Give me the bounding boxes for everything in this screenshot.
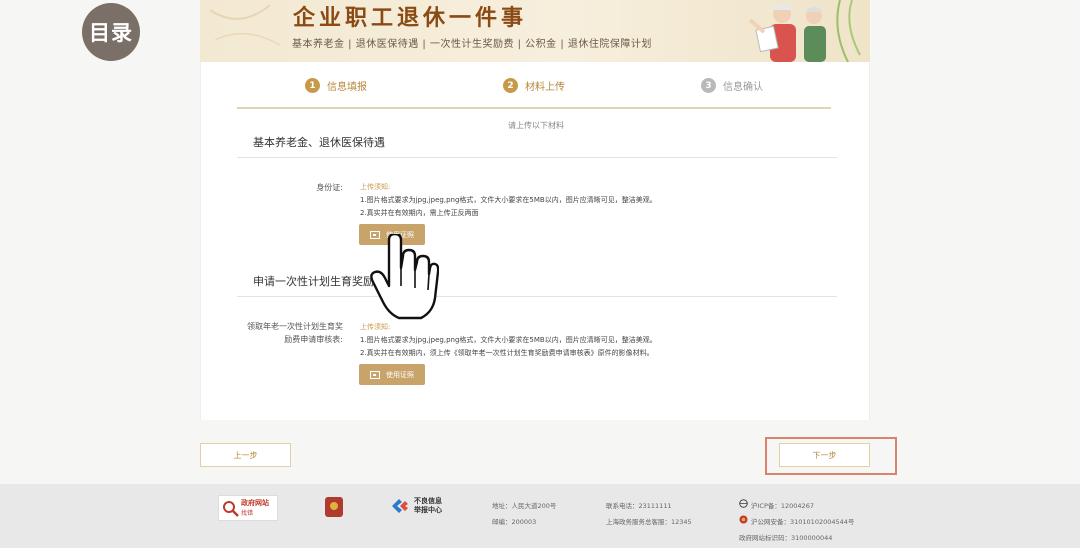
steps-divider	[237, 107, 831, 109]
section-title-family-planning: 申请一次性计划生育奖励	[253, 275, 374, 288]
globe-icon	[739, 499, 748, 508]
section-divider	[237, 296, 837, 297]
footer-hotline: 上海政务服务总客服：12345	[606, 518, 692, 526]
step-info-fill: 1 信息填报	[305, 78, 367, 93]
step-number: 2	[503, 78, 518, 93]
footer: 政府网站 找错 不良信息 举报中心 地址：人民大道200号 邮编：200003 …	[0, 484, 1080, 548]
party-emblem-icon[interactable]	[325, 497, 343, 517]
id-card-label: 身份证:	[316, 183, 343, 192]
card-icon	[370, 370, 380, 379]
footer-site-code: 政府网站标识码：3100000044	[739, 534, 833, 542]
label-line: 领取年老一次性计划生育奖	[247, 322, 343, 331]
family-planning-form-label: 领取年老一次性计划生育奖 励费申请审核表:	[231, 320, 343, 346]
upload-notice-line: 1.图片格式要求为jpg,jpeg,png格式，文件大小要求在5MB以内，图片应…	[360, 196, 657, 204]
step-material-upload: 2 材料上传	[503, 78, 565, 93]
step-label: 信息确认	[723, 82, 763, 93]
footer-postcode: 邮编：200003	[492, 518, 537, 526]
report-line: 举报中心	[414, 506, 442, 514]
form-card: 1 信息填报 2 材料上传 3 信息确认 请上传以下材料 基本养老金、退休医保待…	[200, 62, 870, 420]
banner: 企业职工退休一件事 基本养老金 | 退休医保待遇 | 一次性计生奖励费 | 公积…	[200, 0, 870, 62]
footer-icp[interactable]: 沪ICP备：12004267	[751, 500, 814, 510]
upload-notice-heading: 上传须知:	[360, 323, 391, 331]
next-step-button[interactable]: 下一步	[779, 443, 870, 467]
footer-address: 地址：人民大道200号	[492, 502, 557, 510]
hand-pointer-cursor-icon	[370, 234, 439, 320]
banner-decoration-icon	[210, 4, 281, 46]
step-indicator: 1 信息填报 2 材料上传 3 信息确认	[237, 78, 831, 108]
use-license-button[interactable]: 使用证照	[359, 364, 425, 385]
use-license-button-label: 使用证照	[386, 370, 414, 379]
upload-notice-line: 2.真实并在有效期内，须上传《领取年老一次性计划生育奖励费申请审核表》原件的影像…	[360, 349, 654, 357]
footer-police-record[interactable]: 沪公网安备：31010102004544号	[751, 516, 854, 526]
logo-title: 政府网站	[241, 499, 269, 507]
police-badge-icon	[739, 515, 748, 524]
footer-phone: 联系电话：23111111	[606, 502, 672, 510]
gov-site-error-report-link[interactable]: 政府网站 找错	[218, 495, 278, 521]
banner-title: 企业职工退休一件事	[293, 5, 528, 31]
logo-subtitle: 找错	[241, 510, 254, 517]
prev-step-button[interactable]: 上一步	[200, 443, 291, 467]
upload-hint: 请上传以下材料	[508, 121, 564, 130]
upload-notice-line: 1.图片格式要求为jpg,jpeg,png格式，文件大小要求在5MB以内，图片应…	[360, 336, 657, 344]
toc-button[interactable]: 目录	[82, 3, 140, 61]
magnifier-icon	[223, 501, 239, 517]
step-number: 1	[305, 78, 320, 93]
report-line: 不良信息	[414, 497, 442, 505]
label-line: 励费申请审核表:	[284, 335, 343, 344]
section-divider	[237, 157, 837, 158]
upload-notice-heading: 上传须知:	[360, 183, 391, 191]
elderly-couple-illustration-icon	[748, 0, 861, 62]
step-label: 材料上传	[525, 82, 565, 93]
upload-notice-line: 2.真实并在有效期内，需上传正反两面	[360, 209, 479, 217]
section-title-pension: 基本养老金、退休医保待遇	[253, 136, 385, 149]
report-center-icon	[392, 499, 408, 513]
step-number: 3	[701, 78, 716, 93]
bad-info-report-link[interactable]: 不良信息 举报中心	[390, 497, 442, 515]
step-label: 信息填报	[327, 82, 367, 93]
banner-subtitle: 基本养老金 | 退休医保待遇 | 一次性计生奖励费 | 公积金 | 退休住院保障…	[292, 39, 652, 50]
step-info-confirm: 3 信息确认	[701, 78, 763, 93]
